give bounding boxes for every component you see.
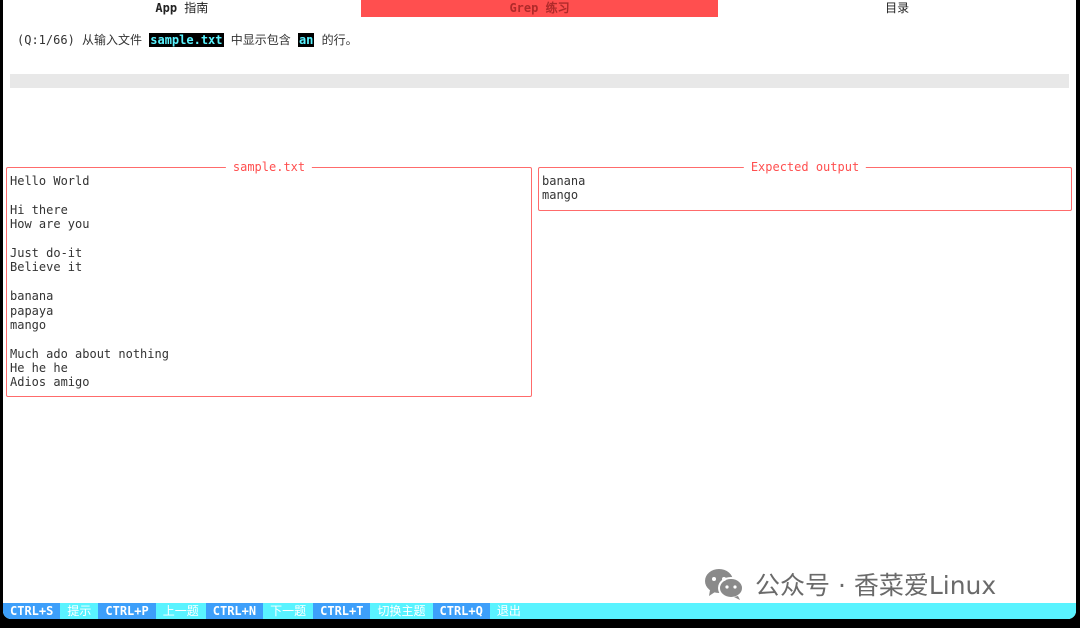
expected-output-content: banana mango (542, 174, 585, 203)
tab-contents[interactable]: 目录 (718, 0, 1076, 17)
file-line (10, 332, 169, 346)
file-line: papaya (10, 303, 54, 318)
shortcut-key[interactable]: CTRL+T (313, 603, 371, 619)
tab-grep-practice-rest: 练习 (538, 1, 570, 15)
status-bar: CTRL+S 提示 CTRL+P 上一题 CTRL+N 下一题 CTRL+T 切换主题 CTRL… (3, 603, 1076, 619)
question-suffix: 的行。 (314, 33, 358, 47)
file-line: Believe it (10, 260, 83, 275)
file-line (10, 232, 169, 246)
question-middle: 中显示包含 (223, 33, 298, 47)
shortcut-label[interactable]: 上一题 (155, 603, 206, 619)
tab-contents-label: 目录 (885, 1, 910, 15)
command-input[interactable] (10, 74, 1069, 88)
shortcut-label[interactable]: 切换主题 (370, 603, 433, 619)
file-line: How are you (10, 217, 90, 232)
file-line: mango (10, 317, 47, 332)
watermark: 公众号 · 香菜爱Linux (703, 566, 996, 602)
terminal-screen: App 指南 Grep 练习 目录 (Q:1/66) 从输入文件 sample.… (3, 0, 1076, 619)
shortcut-key[interactable]: CTRL+Q (432, 603, 490, 619)
file-line: Just do-it (10, 245, 83, 260)
expected-output-title: Expected output (743, 160, 867, 175)
wechat-icon (705, 569, 744, 600)
file-line: Much ado about nothing (10, 346, 169, 361)
tab-app-guide-rest: 指南 (177, 1, 209, 15)
shortcut-label[interactable]: 提示 (60, 603, 99, 619)
question-pattern: an (297, 33, 315, 47)
shortcut-label[interactable]: 退出 (489, 603, 528, 619)
shortcut-key[interactable]: CTRL+N (205, 603, 264, 619)
file-line: Hello World (10, 174, 90, 188)
expected-output-panel: Expected output banana mango (538, 160, 1072, 211)
watermark-text: 公众号 · 香菜爱Linux (755, 571, 997, 600)
expected-output-line: banana (542, 174, 586, 188)
file-line (10, 275, 169, 289)
tab-grep-practice[interactable]: Grep 练习 (360, 0, 719, 17)
question-text: (Q:1/66) 从输入文件 sample.txt 中显示包含 an 的行。 (17, 31, 358, 48)
file-line: Adios amigo (10, 375, 90, 390)
file-line: Hi there (10, 202, 68, 217)
file-panel: sample.txt Hello World Hi there How are yo… (6, 160, 532, 397)
file-panel-title: sample.txt (225, 160, 313, 175)
file-line (10, 188, 169, 202)
file-panel-content: Hello World Hi there How are you Just do-it… (10, 174, 169, 390)
shortcut-key[interactable]: CTRL+S (3, 603, 61, 619)
question-prefix: (Q:1/66) 从输入文件 (17, 33, 150, 47)
expected-output-line: mango (542, 188, 579, 203)
shortcut-key[interactable]: CTRL+P (98, 603, 156, 619)
tab-app-guide[interactable]: App 指南 (3, 0, 361, 17)
shortcut-label[interactable]: 下一题 (263, 603, 314, 619)
file-line: banana (10, 289, 54, 304)
tab-bar: App 指南 Grep 练习 目录 (3, 0, 1076, 17)
file-line: He he he (10, 361, 68, 376)
tab-grep-practice-bold: Grep (509, 1, 539, 15)
question-filename: sample.txt (149, 33, 224, 47)
tab-app-guide-bold: App (155, 1, 178, 15)
